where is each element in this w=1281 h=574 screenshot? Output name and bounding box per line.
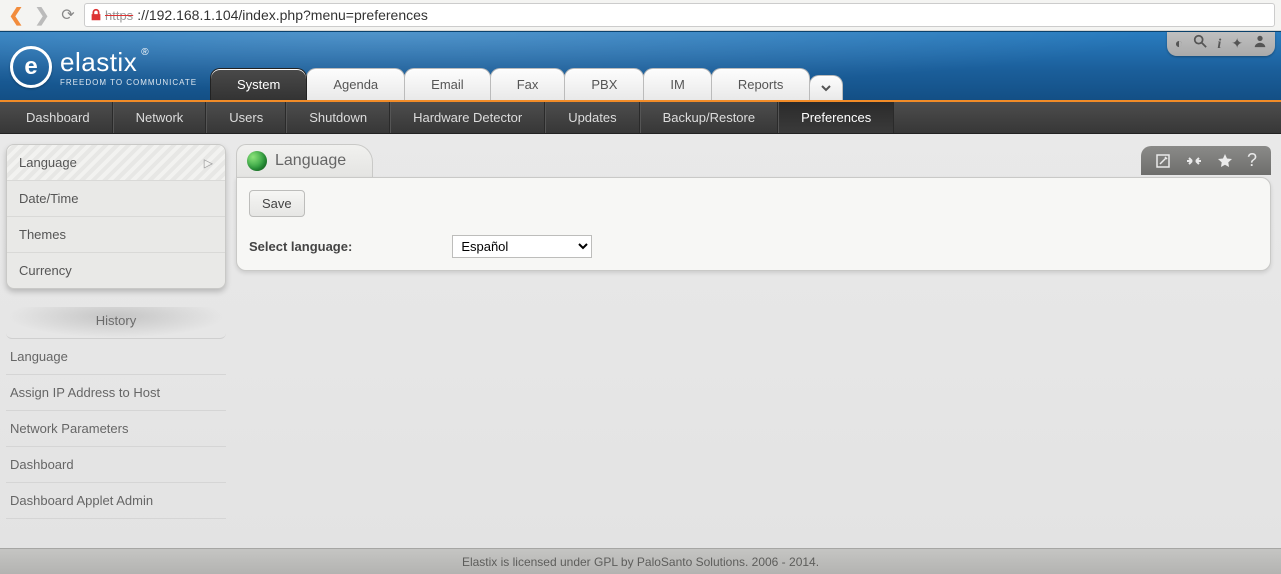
history-section: History LanguageAssign IP Address to Hos… xyxy=(6,307,226,519)
sidebar-item-themes[interactable]: Themes xyxy=(7,216,225,252)
history-title: History xyxy=(6,307,226,339)
history-item[interactable]: Language xyxy=(6,339,226,375)
sidebar-item-currency[interactable]: Currency xyxy=(7,252,225,288)
edit-icon[interactable] xyxy=(1155,153,1171,169)
language-select[interactable]: Español xyxy=(452,235,592,258)
history-item[interactable]: Dashboard Applet Admin xyxy=(6,483,226,519)
secnav-shutdown[interactable]: Shutdown xyxy=(286,102,390,133)
footer: Elastix is licensed under GPL by PaloSan… xyxy=(0,548,1281,574)
main-panel: Language ? Save Select language: Español xyxy=(236,144,1271,548)
secnav-preferences[interactable]: Preferences xyxy=(778,102,894,133)
info-icon[interactable]: i xyxy=(1217,34,1221,54)
reload-icon[interactable]: ⟳ xyxy=(58,5,78,25)
tab-more-icon[interactable] xyxy=(809,75,843,100)
search-icon[interactable] xyxy=(1193,34,1207,54)
help-icon[interactable]: ? xyxy=(1247,150,1257,171)
browser-toolbar: ❮ ❯ ⟳ https ://192.168.1.104/index.php?m… xyxy=(0,0,1281,31)
chevron-right-icon: ▷ xyxy=(204,156,213,170)
sidebar: Language ▷ Date/Time Themes Currency History… xyxy=(6,144,226,548)
brand-logo[interactable]: e elastix ® FREEDOM TO COMMUNICATE xyxy=(10,46,197,88)
history-item[interactable]: Network Parameters xyxy=(6,411,226,447)
tab-email[interactable]: Email xyxy=(404,68,491,100)
sidebar-item-language[interactable]: Language ▷ xyxy=(7,145,225,180)
address-bar[interactable]: https ://192.168.1.104/index.php?menu=pr… xyxy=(84,3,1275,27)
brand-name: elastix xyxy=(60,47,137,77)
https-label: https xyxy=(105,8,133,23)
secnav-hardware-detector[interactable]: Hardware Detector xyxy=(390,102,545,133)
nav-forward-icon[interactable]: ❯ xyxy=(32,5,52,25)
app-banner: e elastix® FREEDOM TO COMMUNICATE ◐ i ✦ … xyxy=(0,31,1281,100)
brand-trademark: ® xyxy=(141,47,149,58)
history-list: LanguageAssign IP Address to HostNetwork… xyxy=(6,339,226,519)
history-item[interactable]: Dashboard xyxy=(6,447,226,483)
panel-title: Language xyxy=(275,152,346,170)
theme-icon[interactable]: ◐ xyxy=(1175,34,1183,54)
tab-reports[interactable]: Reports xyxy=(711,68,811,100)
save-button[interactable]: Save xyxy=(249,190,305,217)
select-language-label: Select language: xyxy=(249,239,352,254)
tab-agenda[interactable]: Agenda xyxy=(306,68,405,100)
secondary-nav: DashboardNetworkUsersShutdownHardware De… xyxy=(0,102,1281,134)
panel-body: Save Select language: Español xyxy=(236,177,1271,271)
panel-tools: ? xyxy=(1141,146,1271,175)
history-item[interactable]: Assign IP Address to Host xyxy=(6,375,226,411)
tab-pbx[interactable]: PBX xyxy=(564,68,644,100)
settings-icon[interactable]: ✦ xyxy=(1231,34,1243,54)
star-icon[interactable] xyxy=(1217,153,1233,169)
content-layout: Language ▷ Date/Time Themes Currency History… xyxy=(0,134,1281,548)
main-tabs: SystemAgendaEmailFaxPBXIMReports xyxy=(210,66,842,100)
secnav-updates[interactable]: Updates xyxy=(545,102,639,133)
tab-im[interactable]: IM xyxy=(643,68,711,100)
user-icon[interactable] xyxy=(1253,34,1267,54)
sidebar-item-date-time[interactable]: Date/Time xyxy=(7,180,225,216)
brand-mark-icon: e xyxy=(10,46,52,88)
sidebar-item-label: Themes xyxy=(19,227,66,242)
sidebar-item-label: Currency xyxy=(19,263,72,278)
collapse-icon[interactable] xyxy=(1185,153,1203,169)
secnav-users[interactable]: Users xyxy=(206,102,286,133)
sidebar-item-label: Date/Time xyxy=(19,191,78,206)
sidebar-item-label: Language xyxy=(19,155,77,170)
sidebar-menu: Language ▷ Date/Time Themes Currency xyxy=(6,144,226,289)
ssl-warning-icon: https xyxy=(89,8,133,23)
brand-tagline: FREEDOM TO COMMUNICATE xyxy=(60,78,197,87)
nav-back-icon[interactable]: ❮ xyxy=(6,5,26,25)
secnav-dashboard[interactable]: Dashboard xyxy=(4,102,113,133)
tab-system[interactable]: System xyxy=(210,68,307,100)
address-url[interactable]: ://192.168.1.104/index.php?menu=preferen… xyxy=(137,7,1270,23)
panel-title-tab: Language xyxy=(236,144,373,177)
secnav-network[interactable]: Network xyxy=(113,102,207,133)
tab-fax[interactable]: Fax xyxy=(490,68,566,100)
globe-icon xyxy=(247,151,267,171)
secnav-backup-restore[interactable]: Backup/Restore xyxy=(640,102,779,133)
utility-bar: ◐ i ✦ xyxy=(1167,32,1275,56)
